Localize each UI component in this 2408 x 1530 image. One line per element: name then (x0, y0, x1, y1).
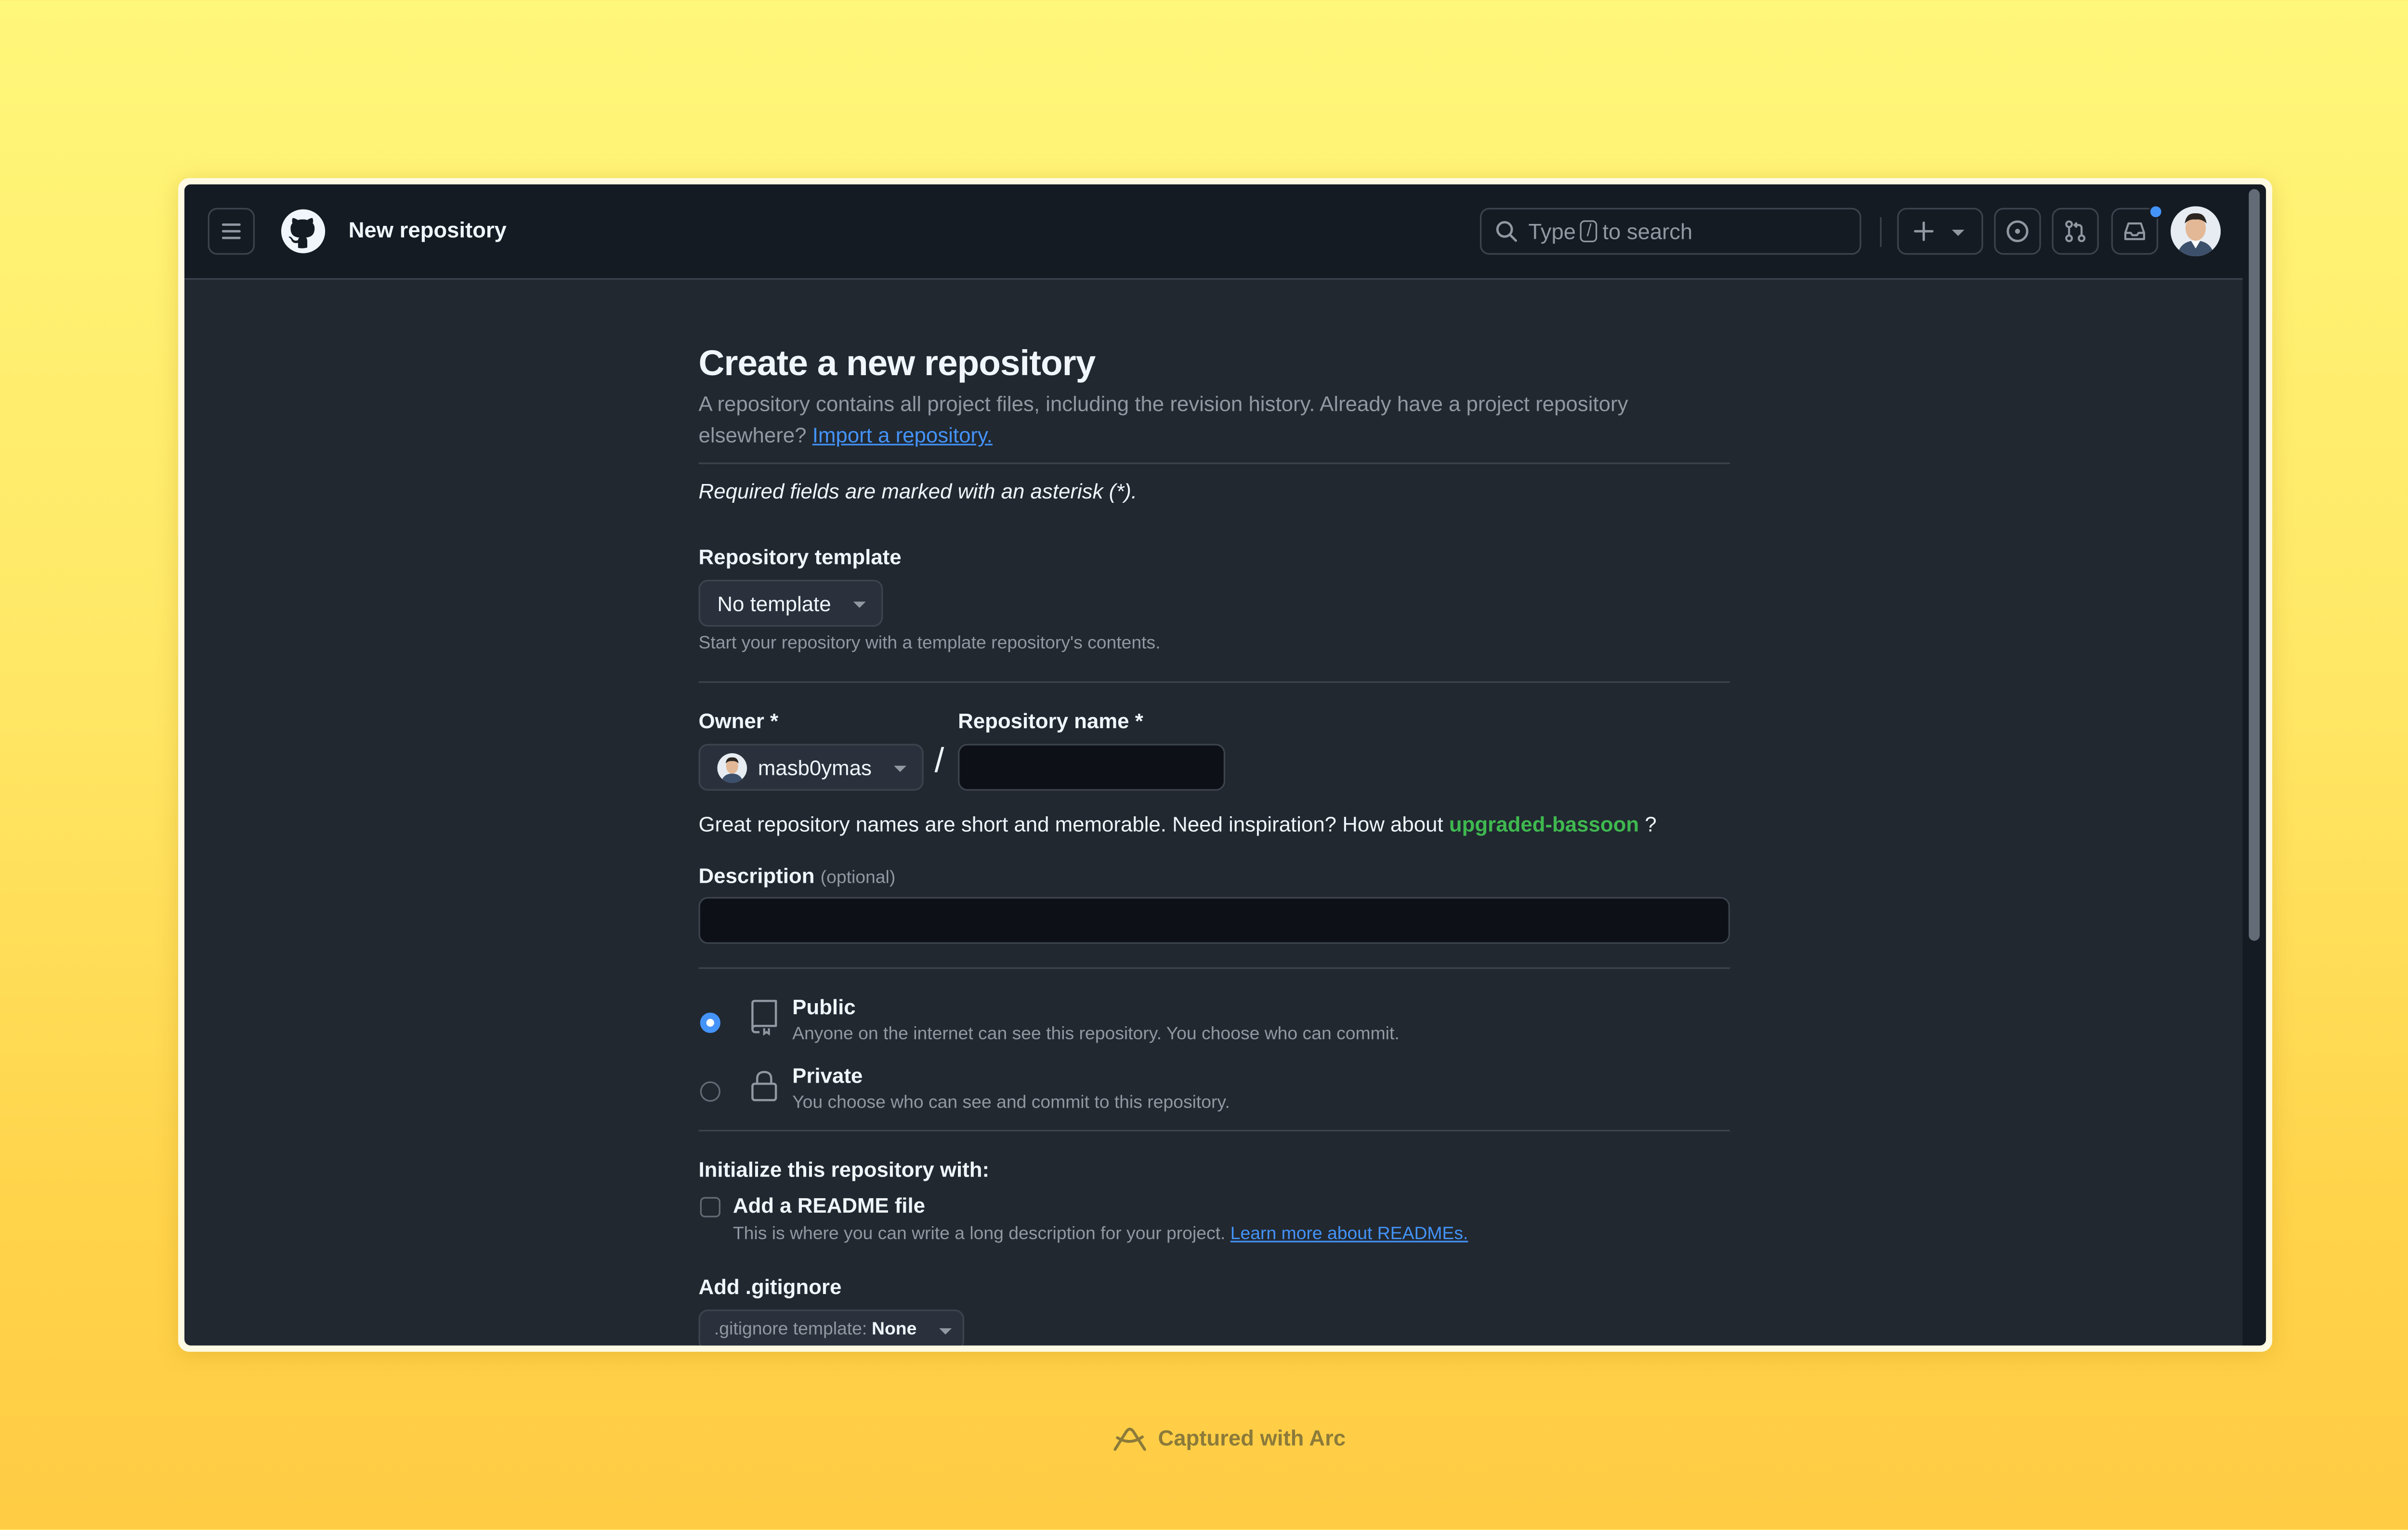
inspiration-end: ? (1645, 812, 1657, 837)
search-icon (1496, 221, 1517, 242)
public-title: Public (792, 995, 856, 1019)
public-desc: Anyone on the internet can see this repo… (792, 1025, 1400, 1044)
repo-name-label: Repository name * (958, 709, 1143, 733)
menu-button[interactable] (208, 208, 255, 255)
intro-text: A repository contains all project files,… (698, 389, 1730, 452)
template-dropdown[interactable]: No template (698, 579, 883, 627)
divider (698, 462, 1730, 464)
public-radio[interactable] (700, 1012, 720, 1033)
create-new-button[interactable] (1897, 208, 1983, 255)
private-radio[interactable] (700, 1081, 720, 1102)
template-label: Repository template (698, 545, 902, 569)
inspiration-text: Great repository names are short and mem… (698, 812, 1443, 837)
arc-logo-icon (1113, 1427, 1146, 1451)
chevron-down-icon (1951, 230, 1964, 236)
hamburger-icon (222, 223, 241, 239)
search-shortcut-key: / (1580, 220, 1598, 242)
owner-label: Owner * (698, 709, 779, 733)
suggested-name[interactable]: upgraded-bassoon (1449, 812, 1639, 836)
search-prefix: Type (1528, 219, 1576, 244)
readme-help: This is where you can write a long descr… (733, 1225, 1468, 1244)
private-title: Private (792, 1064, 863, 1088)
page-heading: Create a new repository (698, 342, 1096, 383)
chevron-down-icon (894, 766, 907, 772)
owner-repo-separator: / (934, 741, 944, 780)
github-logo-icon[interactable] (280, 208, 327, 255)
gitignore-dropdown[interactable]: .gitignore template: None (698, 1309, 965, 1346)
lock-icon (751, 1071, 777, 1101)
chevron-down-icon (939, 1328, 952, 1335)
divider (698, 681, 1730, 683)
arc-footer-text: Captured with Arc (1158, 1425, 1346, 1451)
optional-tag: (optional) (820, 869, 896, 888)
github-page: New repository Type / to search Create a… (184, 184, 2266, 1346)
readme-checkbox[interactable] (700, 1197, 720, 1217)
template-help: Start your repository with a template re… (698, 634, 1161, 654)
notification-dot (2148, 205, 2163, 219)
search-input[interactable]: Type / to search (1479, 208, 1861, 255)
description-label-text: Description (698, 864, 815, 888)
plus-icon (1914, 221, 1934, 241)
divider (698, 1130, 1730, 1132)
required-fields-note: Required fields are marked with an aster… (698, 480, 1138, 503)
nav-divider (1880, 217, 1882, 247)
arc-capture-footer: Captured with Arc (1111, 1422, 1346, 1453)
import-repository-link[interactable]: Import a repository. (812, 423, 993, 447)
readme-label[interactable]: Add a README file (733, 1194, 925, 1217)
scrollbar-thumb[interactable] (2249, 189, 2260, 941)
inbox-icon (2124, 222, 2146, 240)
learn-readmes-link[interactable]: Learn more about READMEs. (1230, 1225, 1468, 1244)
pull-request-icon (2065, 220, 2086, 242)
repo-name-input[interactable] (958, 744, 1226, 791)
private-desc: You choose who can see and commit to thi… (792, 1094, 1230, 1113)
issues-button[interactable] (1994, 208, 2041, 255)
browser-window: New repository Type / to search Create a… (178, 178, 2273, 1352)
readme-desc: This is where you can write a long descr… (733, 1225, 1226, 1244)
description-input[interactable] (698, 897, 1730, 944)
user-avatar[interactable] (2171, 206, 2221, 257)
name-inspiration: Great repository names are short and mem… (698, 812, 1656, 836)
issue-circle-icon (2006, 220, 2028, 242)
divider (698, 967, 1730, 969)
description-label: Description (optional) (698, 864, 895, 888)
chevron-down-icon (853, 602, 866, 608)
avatar-image (2171, 206, 2221, 257)
gitignore-value: None (872, 1320, 917, 1339)
init-heading: Initialize this repository with: (698, 1158, 990, 1182)
owner-value: masb0ymas (758, 755, 872, 779)
template-value: No template (717, 591, 831, 615)
owner-avatar (717, 752, 747, 783)
pull-requests-button[interactable] (2052, 208, 2099, 255)
top-nav: New repository Type / to search (184, 184, 2243, 280)
owner-dropdown[interactable]: masb0ymas (698, 744, 924, 791)
gitignore-label: Add .gitignore (698, 1275, 842, 1299)
page-title: New repository (348, 217, 507, 242)
search-suffix: to search (1602, 219, 1693, 244)
repo-book-icon (751, 1000, 777, 1036)
gitignore-prefix: .gitignore template: (714, 1320, 867, 1339)
